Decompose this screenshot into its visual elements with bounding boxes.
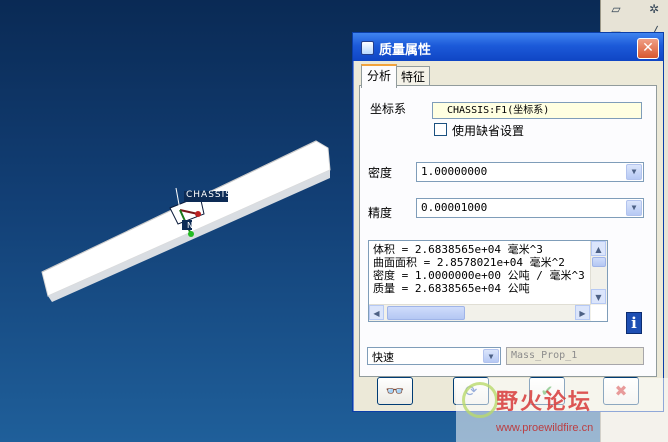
dialog-titlebar[interactable]: 质量属性 ✕: [353, 33, 663, 61]
scroll-up-icon[interactable]: ▲: [591, 241, 606, 256]
svg-text:N: N: [187, 221, 193, 230]
preview-button[interactable]: 👓: [377, 377, 413, 405]
scroll-right-icon[interactable]: ▶: [575, 305, 590, 320]
horizontal-scroll-thumb[interactable]: [387, 306, 465, 320]
coordinate-system-field[interactable]: CHASSIS:F1(坐标系): [432, 102, 642, 119]
dialog-title: 质量属性: [379, 43, 432, 58]
scroll-down-icon[interactable]: ▼: [591, 289, 606, 304]
info-icon[interactable]: i: [626, 312, 642, 334]
analysis-name-field[interactable]: Mass_Prop_1: [506, 347, 644, 365]
density-input[interactable]: 1.00000000 ▼: [416, 162, 644, 182]
watermark-logo-icon: [462, 382, 498, 418]
tab-analysis[interactable]: 分析: [361, 64, 397, 88]
datum-plane-icon[interactable]: ▱: [607, 0, 625, 18]
datum-point-icon[interactable]: ✲: [645, 0, 663, 18]
use-default-label: 使用缺省设置: [452, 124, 525, 138]
precision-input[interactable]: 0.00001000 ▼: [416, 198, 644, 218]
close-button[interactable]: ✕: [637, 38, 659, 59]
precision-label: 精度: [368, 206, 393, 220]
horizontal-scrollbar[interactable]: ◀ ▶: [369, 304, 591, 321]
mass-properties-dialog: 质量属性 ✕ 分析 特征 坐标系 CHASSIS:F1(坐标系) 使用缺省设置 …: [352, 32, 664, 412]
analysis-panel: 坐标系 CHASSIS:F1(坐标系) 使用缺省设置 密度 1.00000000…: [359, 85, 657, 377]
watermark-url: www.proewildfire.cn: [496, 422, 594, 434]
result-mass: 质量 = 2.6838565e+04 公吨: [373, 282, 530, 295]
chevron-down-icon[interactable]: ▼: [626, 164, 642, 180]
density-value: 1.00000000: [421, 165, 488, 178]
vertical-scroll-thumb[interactable]: [592, 257, 606, 267]
coordinate-system-label: 坐标系: [370, 102, 407, 116]
mode-select[interactable]: 快速 ▼: [367, 347, 501, 365]
model-label: CHASSIS: [186, 190, 233, 200]
chevron-down-icon[interactable]: ▼: [626, 200, 642, 216]
tab-feature[interactable]: 特征: [396, 66, 430, 87]
vertical-scrollbar[interactable]: ▲ ▼: [590, 241, 607, 305]
mode-value: 快速: [372, 351, 394, 364]
precision-value: 0.00001000: [421, 201, 488, 214]
density-label: 密度: [368, 166, 393, 180]
watermark: 野火论坛 www.proewildfire.cn: [456, 378, 668, 442]
watermark-text: 野火论坛: [496, 390, 593, 415]
dialog-icon: [361, 41, 374, 55]
use-default-checkbox[interactable]: [434, 123, 447, 136]
chevron-down-icon[interactable]: ▼: [483, 349, 499, 363]
glasses-icon: 👓: [385, 382, 405, 400]
results-text-area[interactable]: 体积 = 2.6838565e+04 毫米^3 曲面面积 = 2.8578021…: [368, 240, 608, 322]
scroll-left-icon[interactable]: ◀: [369, 305, 384, 320]
